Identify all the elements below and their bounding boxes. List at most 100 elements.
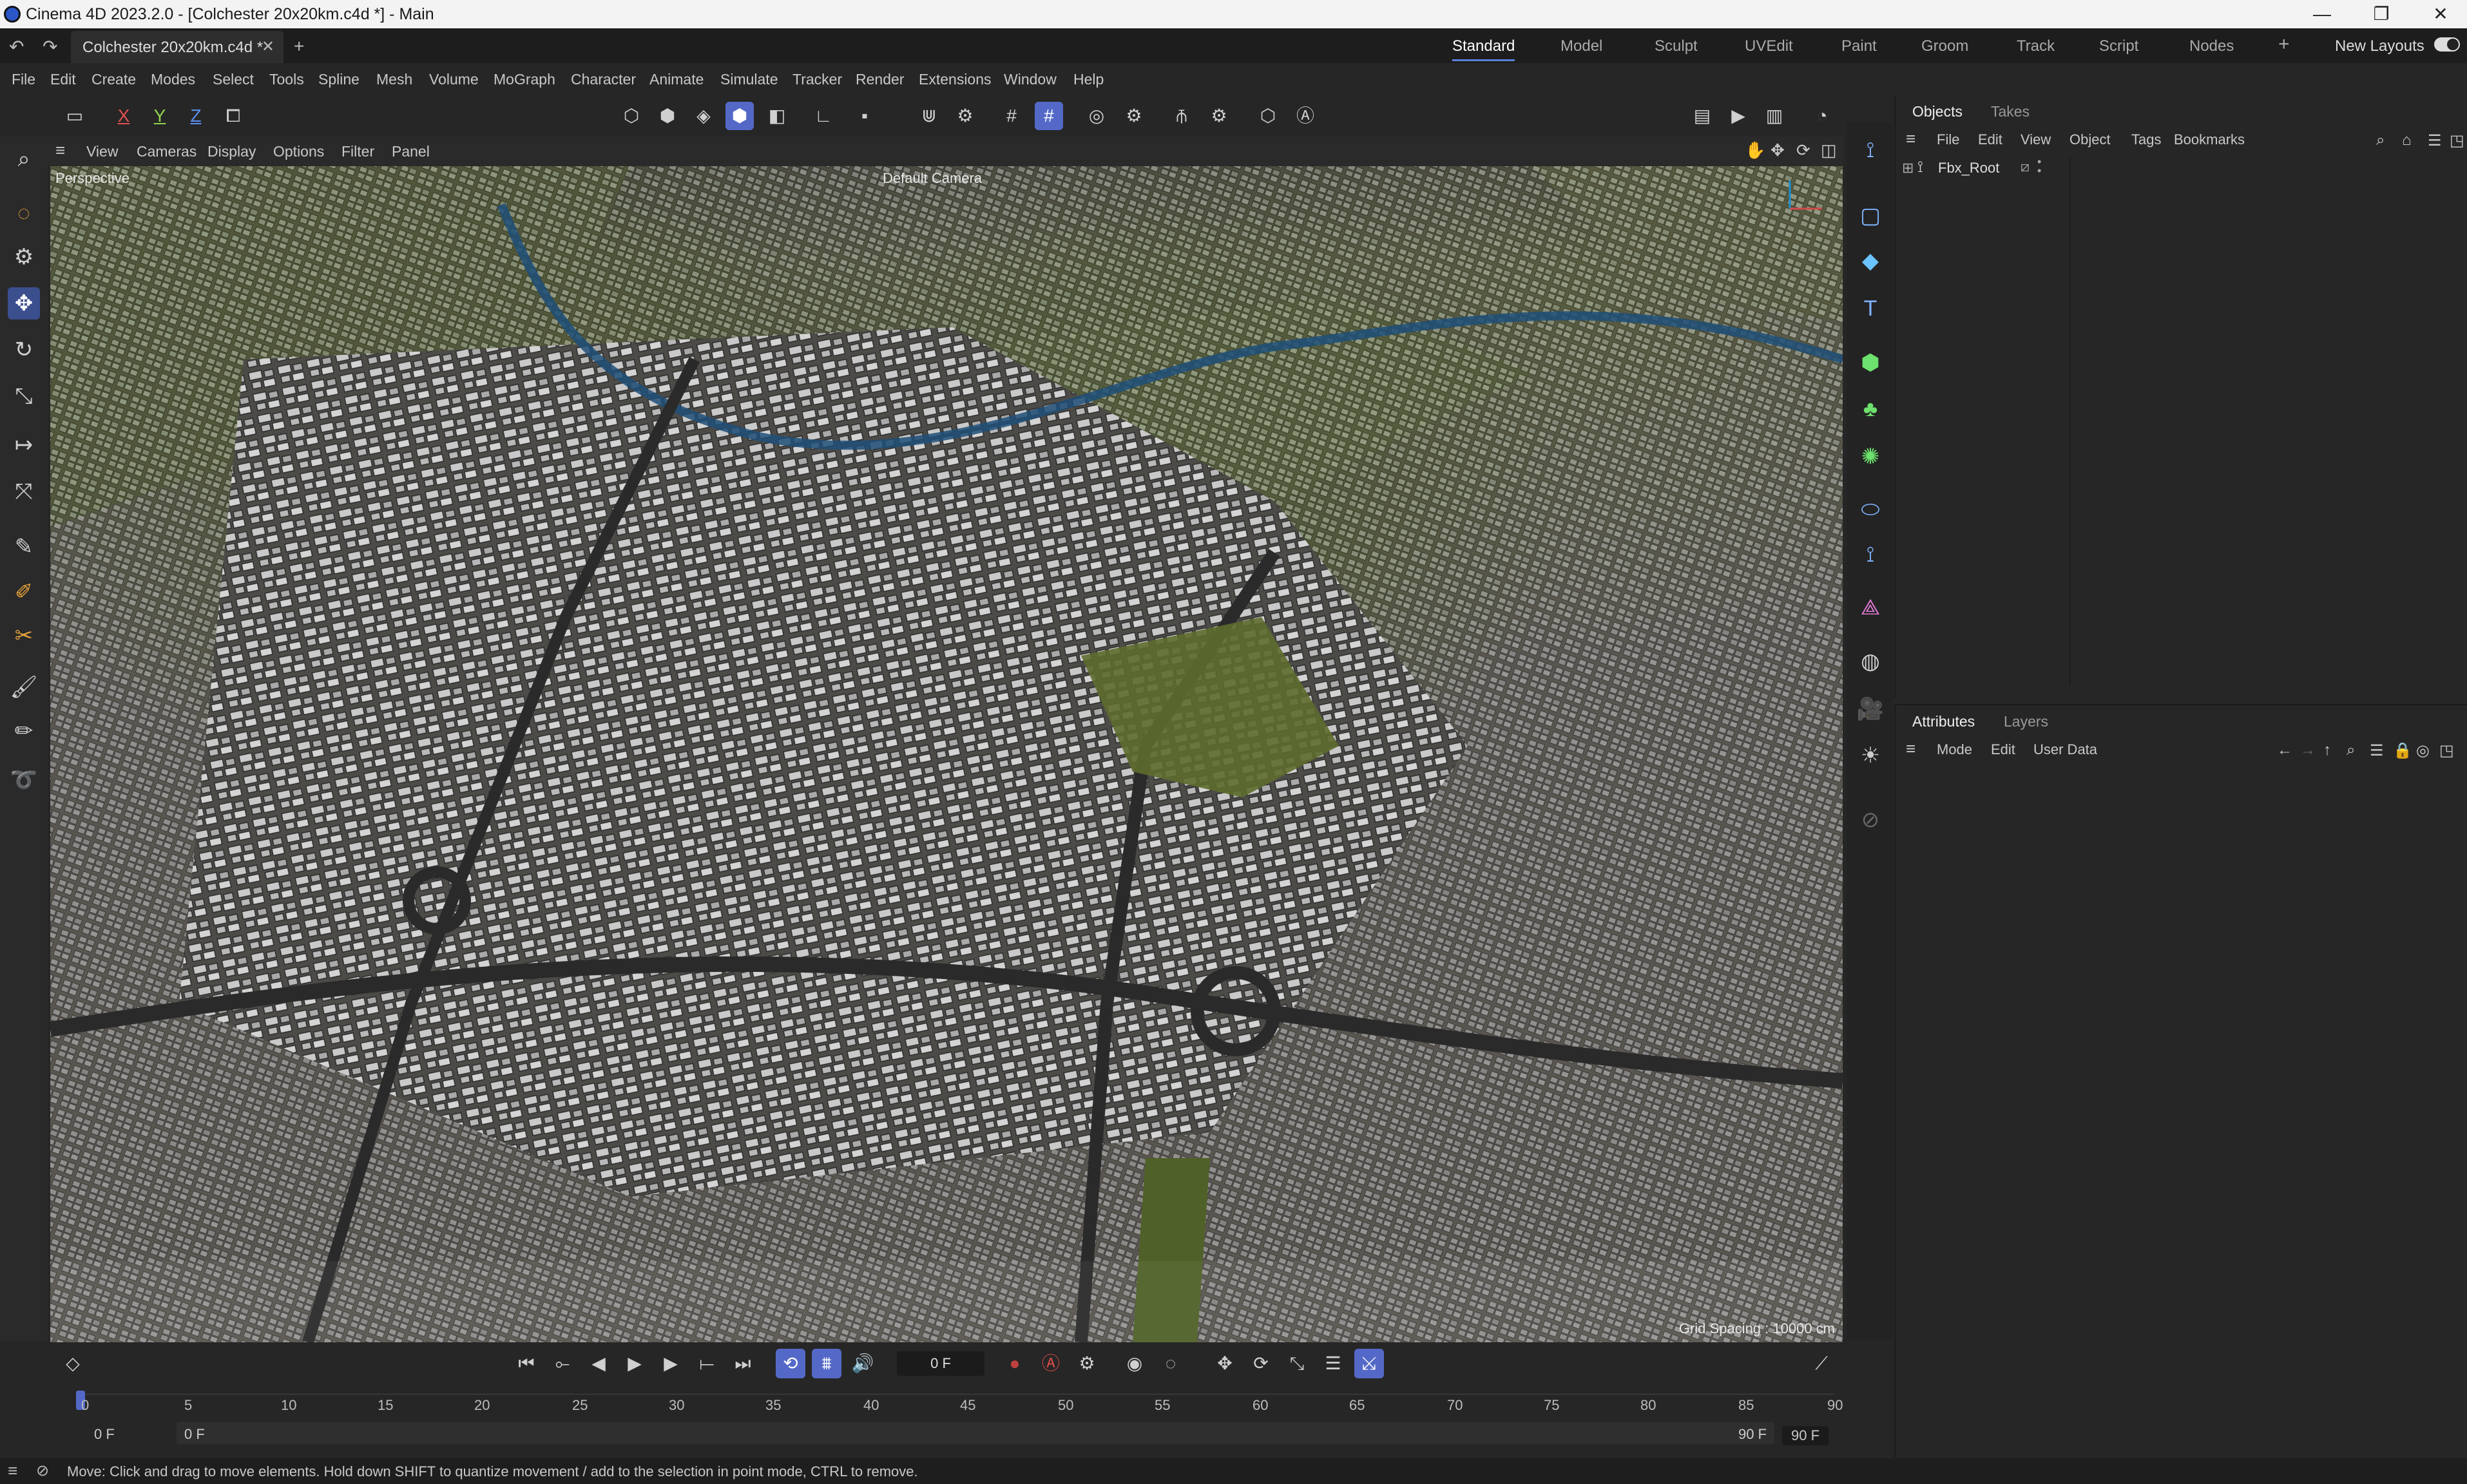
points-mode-icon[interactable]: ⬡ [617, 102, 646, 130]
menu-create[interactable]: Create [91, 71, 136, 88]
layout-uvedit[interactable]: UVEdit [1745, 37, 1793, 55]
viewport-menu-options[interactable]: Options [273, 143, 324, 160]
objects-menu-edit[interactable]: Edit [1978, 131, 2002, 148]
x-axis-lock[interactable]: X [110, 102, 138, 130]
paint-brush-icon[interactable]: 🖌 [8, 671, 40, 703]
attributes-menu-icon[interactable]: ≡ [1906, 739, 1915, 759]
render-view-icon[interactable]: ▤ [1688, 102, 1716, 130]
toggle-view-icon[interactable]: ◫ [1821, 140, 1837, 160]
transfer-tool-icon[interactable]: ↦ [8, 429, 40, 461]
scale-tool-icon[interactable]: ⤡ [8, 380, 40, 412]
move-tool-icon[interactable]: ✥ [8, 287, 40, 319]
snap-settings-icon[interactable]: ⚙ [951, 102, 979, 130]
soloing-icon[interactable]: ▪ [850, 102, 879, 130]
tweak-tool-icon[interactable]: ⚙ [8, 241, 40, 273]
layout-groom[interactable]: Groom [1921, 37, 1968, 55]
z-axis-lock[interactable]: Z [182, 102, 210, 130]
polygons-mode-icon[interactable]: ◈ [689, 102, 718, 130]
filter-icon[interactable]: ☰ [2370, 741, 2384, 760]
viewport-menu-view[interactable]: View [86, 143, 118, 160]
filter-icon[interactable]: ☰ [2428, 131, 2442, 150]
pla-key-icon[interactable]: ⤩ [1354, 1349, 1384, 1378]
spline-rectangle-icon[interactable]: ▢ [1854, 200, 1886, 232]
material-icon[interactable]: ⬡ [1254, 102, 1282, 130]
redo-icon[interactable]: ↷ [43, 36, 57, 57]
current-frame-field[interactable]: 0 F [897, 1351, 984, 1376]
layout-script[interactable]: Script [2099, 37, 2138, 55]
go-to-start-icon[interactable]: ⏮ [512, 1349, 541, 1378]
attributes-menu-mode[interactable]: Mode [1937, 741, 1972, 758]
objects-menu-object[interactable]: Object [2069, 131, 2111, 148]
home-icon[interactable]: ⌂ [2402, 131, 2412, 149]
menu-help[interactable]: Help [1073, 71, 1104, 88]
viewport-menu-panel[interactable]: Panel [392, 143, 430, 160]
menu-modes[interactable]: Modes [151, 71, 195, 88]
menu-animate[interactable]: Animate [649, 71, 704, 88]
null-object-icon[interactable]: ⟟ [1854, 134, 1886, 166]
menu-extensions[interactable]: Extensions [919, 71, 992, 88]
document-tab[interactable]: Colchester 20x20km.c4d * ✕ [71, 31, 283, 63]
placement-tool-icon[interactable]: ⤧ [8, 475, 40, 508]
prev-frame-icon[interactable]: ◀ [584, 1349, 613, 1378]
max-frame-field[interactable]: 90 F [1782, 1426, 1829, 1445]
undo-icon[interactable]: ↶ [9, 36, 24, 57]
tab-attributes[interactable]: Attributes [1912, 713, 1975, 730]
preview-range-bar[interactable]: 0 F 90 F [177, 1422, 1774, 1444]
loop-icon[interactable]: ⟲ [776, 1349, 805, 1378]
field-icon[interactable]: ⬭ [1854, 493, 1886, 526]
new-window-icon[interactable]: ◳ [2450, 131, 2464, 150]
pan-view-icon[interactable]: ✋ [1745, 140, 1765, 160]
snap-icon[interactable]: ⋓ [915, 102, 943, 130]
menu-file[interactable]: File [12, 71, 35, 88]
y-axis-lock[interactable]: Y [146, 102, 174, 130]
layout-track[interactable]: Track [2017, 37, 2055, 55]
back-arrow-icon[interactable]: ← [2277, 741, 2292, 759]
list-item[interactable]: ⊞ ⟟ Fbx_Root ⧄ • • [1902, 156, 2456, 179]
layout-standard[interactable]: Standard [1452, 37, 1515, 61]
axis-mode-icon[interactable]: ∟ [809, 102, 838, 130]
attributes-menu-edit[interactable]: Edit [1991, 741, 2015, 758]
key-settings-icon[interactable]: ⚙ [1072, 1349, 1102, 1378]
text-spline-icon[interactable]: T [1854, 292, 1886, 325]
key-selection-icon[interactable]: ◉ [1120, 1349, 1149, 1378]
keyframe-icon[interactable]: ◇ [58, 1349, 88, 1378]
playback-mode-icon[interactable]: ⩩ [812, 1349, 841, 1378]
key-mode-icon[interactable]: ◌ [1156, 1349, 1186, 1378]
add-layout-icon[interactable]: + [2278, 33, 2290, 55]
layout-toggle[interactable] [2434, 37, 2460, 52]
viewport-menu-icon[interactable]: ≡ [55, 140, 65, 160]
menu-tools[interactable]: Tools [269, 71, 304, 88]
menu-spline[interactable]: Spline [318, 71, 360, 88]
rotate-view-icon[interactable]: ⟳ [1796, 140, 1810, 160]
search-commander-icon[interactable]: ⌕ [8, 143, 40, 175]
subdivision-surface-icon[interactable]: ⬢ [1854, 347, 1886, 379]
tab-layers[interactable]: Layers [2004, 713, 2048, 730]
editor-visibility-icon[interactable]: ⧄ [2021, 158, 2030, 175]
layout-model[interactable]: Model [1560, 37, 1602, 55]
planar-workplane-icon[interactable]: # [1035, 102, 1063, 130]
objects-menu-bookmarks[interactable]: Bookmarks [2174, 131, 2245, 148]
edit-render-settings-icon[interactable]: ▥ [1760, 102, 1789, 130]
next-key-icon[interactable]: ⟝ [692, 1349, 722, 1378]
coordinate-system-icon[interactable]: ⧠ [219, 102, 247, 130]
3d-viewport[interactable]: Perspective Default Camera Grid Spacing … [50, 166, 1843, 1342]
go-to-end-icon[interactable]: ⏭ [728, 1349, 758, 1378]
menu-select[interactable]: Select [213, 71, 254, 88]
symmetry-icon[interactable]: ⫚ [1167, 102, 1196, 130]
menu-mesh[interactable]: Mesh [376, 71, 412, 88]
menu-mograph[interactable]: MoGraph [494, 71, 555, 88]
min-frame-field[interactable]: 0 F [94, 1426, 115, 1443]
uv-mode-icon[interactable]: ◧ [763, 102, 791, 130]
search-icon[interactable]: ⌕ [2376, 131, 2385, 149]
layout-paint[interactable]: Paint [1841, 37, 1877, 55]
scale-key-icon[interactable]: ⤡ [1282, 1349, 1312, 1378]
volume-builder-icon[interactable]: ⟟ [1854, 538, 1886, 571]
camera-label[interactable]: Default Camera [883, 170, 982, 187]
object-mode-icon[interactable]: ⬢ [725, 102, 754, 130]
menu-simulate[interactable]: Simulate [720, 71, 778, 88]
tab-objects[interactable]: Objects [1912, 103, 1963, 120]
restore-button[interactable]: ❐ [2356, 3, 2407, 26]
up-arrow-icon[interactable]: ↑ [2323, 741, 2331, 759]
close-tab-icon[interactable]: ✕ [262, 37, 274, 56]
menu-tracker[interactable]: Tracker [792, 71, 842, 88]
